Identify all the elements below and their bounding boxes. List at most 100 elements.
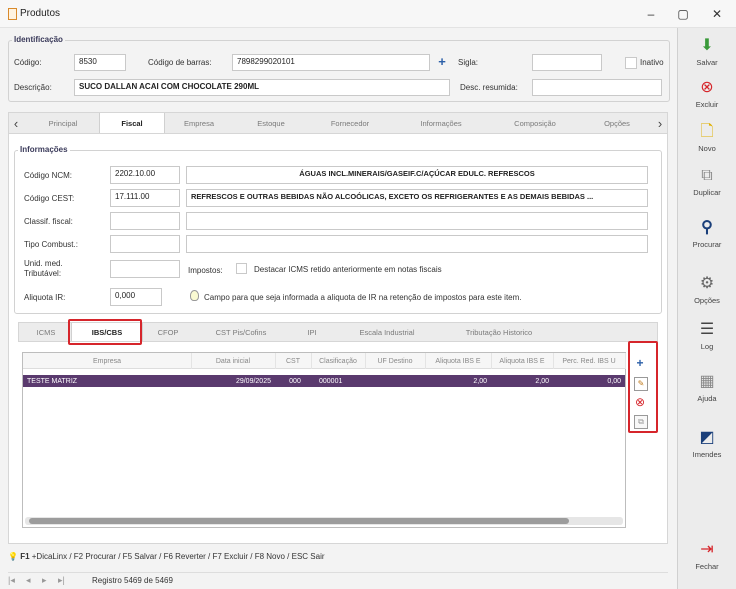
maximize-button[interactable]: ▢ — [668, 4, 698, 24]
tab-fornecedor[interactable]: Fornecedor — [307, 113, 393, 133]
new-document-icon: 🗋 — [700, 123, 714, 140]
table-row[interactable]: TESTE MATRIZ 29/09/2025 000 000001 2,00 … — [23, 375, 625, 387]
unid-field[interactable] — [110, 260, 180, 278]
aliquota-field[interactable]: 0,000 — [110, 288, 162, 306]
tab-estoque[interactable]: Estoque — [235, 113, 307, 133]
barcode-label: Código de barras: — [148, 58, 212, 67]
destacar-checkbox[interactable] — [236, 263, 247, 274]
log-button[interactable]: ☰ Log — [680, 318, 734, 358]
search-button[interactable]: ⚲ Procurar — [680, 216, 734, 256]
col-aliquota-ibs-e-1[interactable]: Aliquota IBS E — [425, 353, 492, 369]
ncm-field[interactable]: 2202.10.00 — [110, 166, 180, 184]
descricao-label: Descrição: — [14, 83, 52, 92]
classif-description — [186, 212, 648, 230]
tab-empresa[interactable]: Empresa — [163, 113, 235, 133]
desc-resumida-label: Desc. resumida: — [460, 83, 518, 92]
cest-description: REFRESCOS E OUTRAS BEBIDAS NÃO ALCOÓLICA… — [186, 189, 648, 207]
grid-scrollbar[interactable] — [25, 517, 623, 525]
sigla-field[interactable] — [532, 54, 602, 71]
codigo-label: Código: — [14, 58, 42, 67]
col-classificacao[interactable]: Clasificação — [311, 353, 366, 369]
close-form-button[interactable]: ⇥ Fechar — [680, 538, 734, 578]
col-perc-red-ibs-u[interactable]: Perc. Red. IBS U — [553, 353, 626, 369]
cell-data-inicial: 29/09/2025 — [235, 377, 271, 385]
classif-field[interactable] — [110, 212, 180, 230]
record-counter: Registro 5469 de 5469 — [92, 576, 173, 585]
tab-ipi[interactable]: IPI — [289, 323, 335, 341]
barcode-field[interactable]: 7898299020101 — [232, 54, 430, 71]
descricao-field[interactable]: SUCO DALLAN ACAI COM CHOCOLATE 290ML — [74, 79, 450, 96]
inativo-checkbox[interactable] — [625, 57, 637, 69]
imendes-icon: ◩ — [699, 429, 715, 446]
ibs-cbs-grid: Empresa Data inicial CST Clasificação UF… — [22, 352, 626, 528]
nav-first-icon[interactable]: |◂ — [8, 575, 15, 586]
col-uf-destino[interactable]: UF Destino — [365, 353, 426, 369]
tab-composicao[interactable]: Composição — [489, 113, 581, 133]
minimize-button[interactable]: – — [636, 4, 666, 24]
col-cst[interactable]: CST — [275, 353, 312, 369]
ncm-label: Código NCM: — [24, 171, 73, 180]
impostos-label: Impostos: — [188, 266, 223, 275]
identificacao-title: Identificação — [12, 35, 65, 44]
sigla-label: Sigla: — [458, 58, 479, 67]
help-icon: ▦ — [699, 373, 715, 390]
exit-icon: ⇥ — [700, 541, 714, 558]
tab-tributacao-historico[interactable]: Tributação Historico — [439, 323, 559, 341]
tab-icms[interactable]: ICMS — [23, 323, 69, 341]
codigo-field[interactable]: 8530 — [74, 54, 126, 71]
grid-header: Empresa Data inicial CST Clasificação UF… — [23, 353, 626, 369]
col-data-inicial[interactable]: Data inicial — [191, 353, 276, 369]
tab-opcoes[interactable]: Opções — [581, 113, 653, 133]
tab-informacoes[interactable]: Informações — [393, 113, 489, 133]
nav-next-icon[interactable]: ▸ — [42, 575, 47, 586]
duplicate-button[interactable]: ⧉ Duplicar — [680, 164, 734, 204]
delete-row-icon[interactable]: ⊗ — [634, 396, 646, 408]
duplicate-icon: ⧉ — [701, 167, 713, 184]
col-empresa[interactable]: Empresa — [23, 353, 192, 369]
app-icon — [8, 8, 17, 20]
tab-scroll-right-icon[interactable]: › — [653, 113, 667, 133]
options-button[interactable]: ⚙ Opções — [680, 272, 734, 312]
save-button[interactable]: ⬇ Salvar — [680, 34, 734, 74]
nav-prev-icon[interactable]: ◂ — [26, 575, 31, 586]
unid-label-2: Tributável: — [24, 269, 62, 278]
cest-label: Código CEST: — [24, 194, 75, 203]
tab-cfop[interactable]: CFOP — [143, 323, 193, 341]
nav-last-icon[interactable]: ▸| — [58, 575, 65, 586]
gears-icon: ⚙ — [699, 275, 715, 292]
cell-empresa: TESTE MATRIZ — [27, 377, 78, 385]
delete-icon: ⊗ — [700, 79, 714, 96]
edit-row-icon[interactable]: ✎ — [634, 377, 648, 391]
close-button[interactable]: ✕ — [702, 4, 732, 24]
combust-field[interactable] — [110, 235, 180, 253]
shortcut-hints: 💡 F1 +DicaLinx / F2 Procurar / F5 Salvar… — [8, 552, 325, 561]
aliquota-label: Aliquota IR: — [24, 293, 66, 302]
ibs-cbs-highlight — [68, 319, 142, 345]
window-title: Produtos — [20, 8, 61, 19]
help-button[interactable]: ▦ Ajuda — [680, 370, 734, 410]
right-toolbar: ⬇ Salvar ⊗ Excluir 🗋 Novo ⧉ Duplicar ⚲ Procur… — [677, 28, 736, 589]
delete-button[interactable]: ⊗ Excluir — [680, 76, 734, 116]
tab-principal[interactable]: Principal — [27, 113, 99, 133]
lightbulb-small-icon: 💡 — [8, 552, 21, 561]
cest-field[interactable]: 17.111.00 — [110, 189, 180, 207]
desc-resumida-field[interactable] — [532, 79, 662, 96]
unid-label-1: Unid. med. — [24, 259, 63, 268]
imendes-button[interactable]: ◩ Imendes — [680, 426, 734, 466]
add-barcode-icon[interactable]: + — [435, 55, 449, 69]
tab-cst-pis-cofins[interactable]: CST Pis/Cofins — [195, 323, 287, 341]
new-button[interactable]: 🗋 Novo — [680, 120, 734, 160]
log-icon: ☰ — [699, 321, 715, 338]
add-row-icon[interactable]: + — [634, 357, 646, 369]
ncm-description: ÁGUAS INCL.MINERAIS/GASEIF.C/AÇÚCAR EDUL… — [186, 166, 648, 184]
tab-escala-industrial[interactable]: Escala Industrial — [337, 323, 437, 341]
copy-row-icon[interactable]: ⧉ — [634, 415, 648, 429]
lightbulb-icon — [190, 290, 199, 301]
record-navigator: |◂ ◂ ▸ ▸| Registro 5469 de 5469 — [8, 572, 668, 586]
col-aliquota-ibs-e-2[interactable]: Aliquota IBS E — [491, 353, 554, 369]
main-tabs: ‹ Principal Fiscal Empresa Estoque Forne… — [8, 112, 668, 134]
tab-fiscal[interactable]: Fiscal — [99, 113, 165, 133]
cell-aliquota-2: 2,00 — [535, 377, 549, 385]
combust-label: Tipo Combust.: — [24, 240, 78, 249]
tab-scroll-left-icon[interactable]: ‹ — [9, 113, 23, 133]
